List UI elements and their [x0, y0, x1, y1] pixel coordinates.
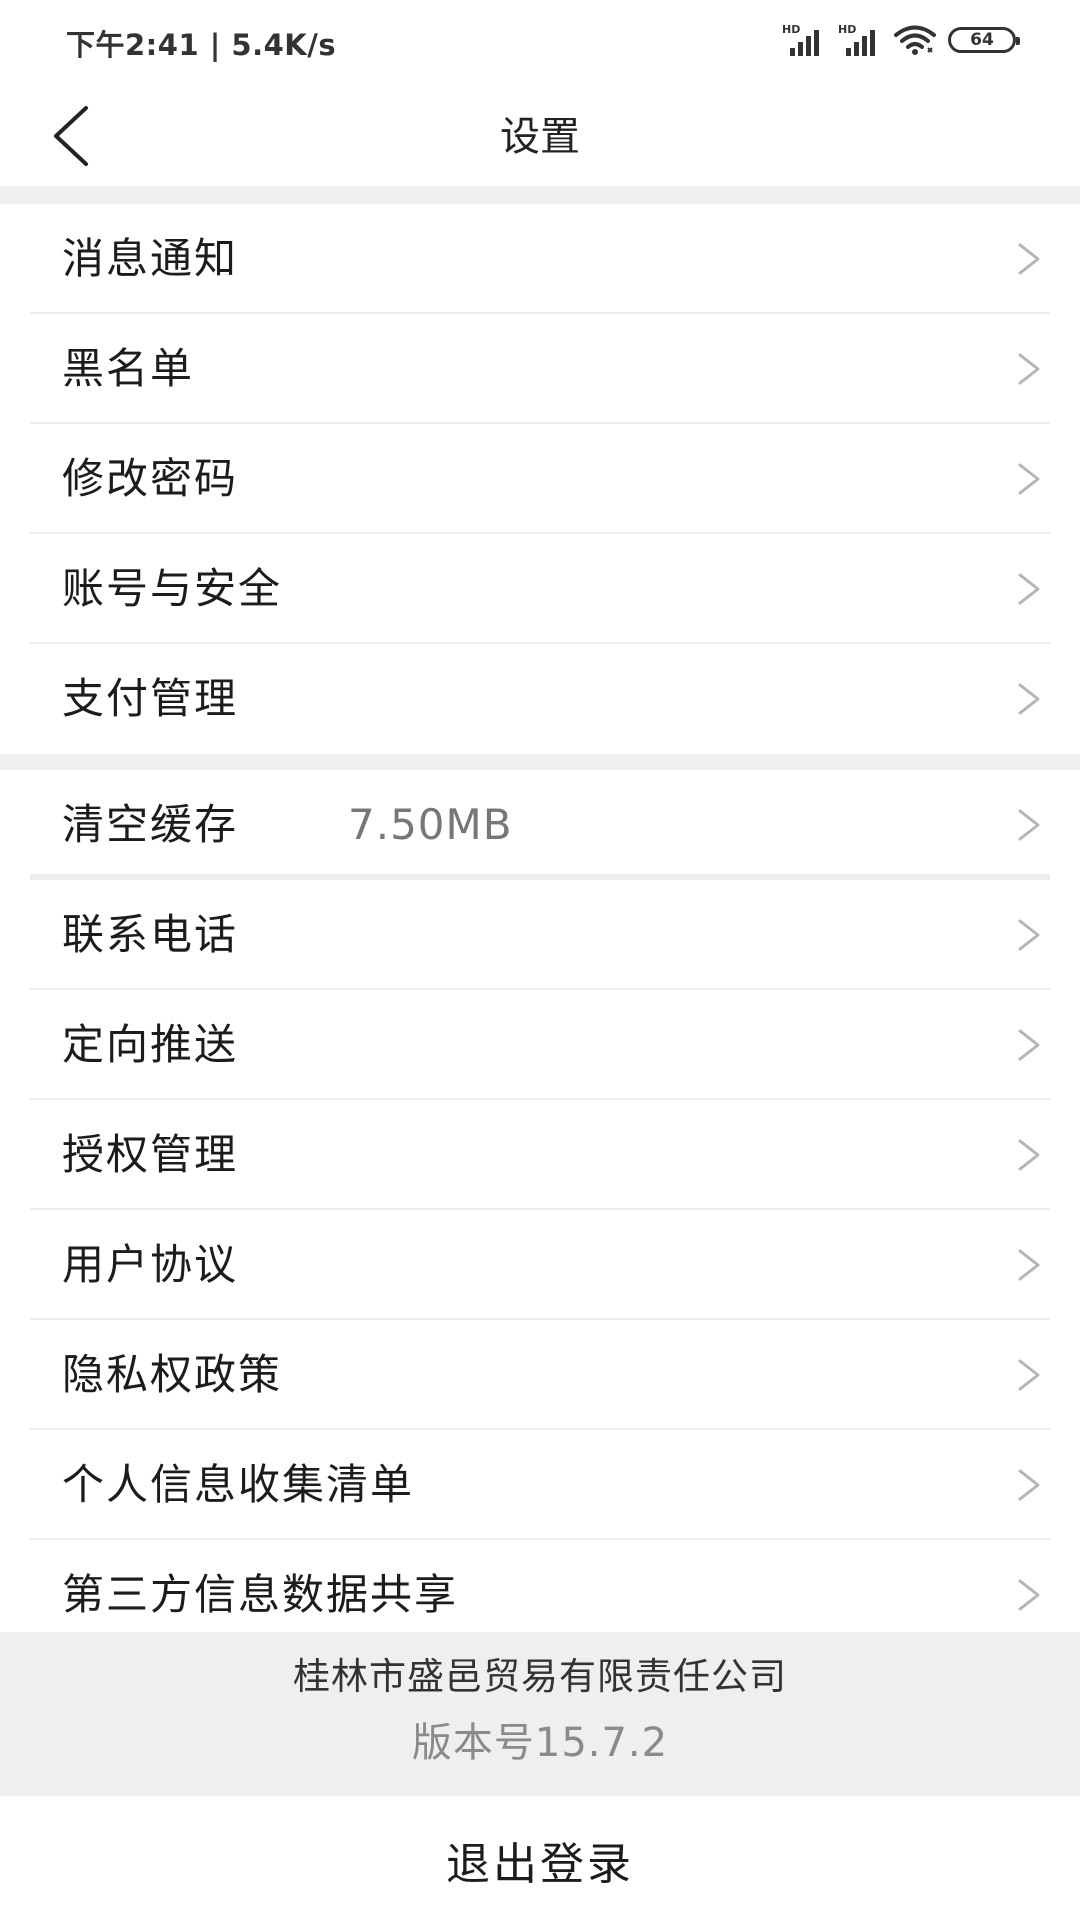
- menu-item-targeted-push[interactable]: 定向推送: [30, 990, 1050, 1100]
- nav-bar: 设置: [0, 80, 1080, 186]
- battery-level: 64: [970, 30, 994, 50]
- menu-item-label: 修改密码: [62, 454, 239, 503]
- menu-item-contact-phone[interactable]: 联系电话: [30, 880, 1050, 990]
- chevron-right-icon: [1018, 1249, 1040, 1281]
- menu-item-payment[interactable]: 支付管理: [30, 644, 1050, 754]
- chevron-right-icon: [1018, 1469, 1040, 1501]
- menu-item-personal-info-list[interactable]: 个人信息收集清单: [30, 1430, 1050, 1540]
- status-time: 下午2:41 | 5.4K/s: [66, 28, 337, 62]
- chevron-right-icon: [1018, 683, 1040, 715]
- chevron-right-icon: [1018, 1139, 1040, 1171]
- signal-icon-1: HD: [782, 24, 826, 56]
- cache-size-value: 7.50MB: [348, 800, 513, 849]
- menu-item-authorization[interactable]: 授权管理: [30, 1100, 1050, 1210]
- section-divider: [0, 754, 1080, 770]
- status-icons: HD HD 64: [782, 20, 1020, 60]
- wifi-icon: [894, 25, 936, 55]
- menu-item-label: 用户协议: [62, 1240, 239, 1289]
- logout-label: 退出登录: [446, 1839, 634, 1890]
- battery-icon: 64: [948, 27, 1020, 53]
- menu-item-label: 清空缓存: [62, 800, 239, 849]
- status-bar: 下午2:41 | 5.4K/s HD HD 64: [0, 0, 1080, 80]
- signal-bars-icon: [790, 30, 819, 56]
- chevron-right-icon: [1018, 919, 1040, 951]
- signal-icon-2: HD: [838, 24, 882, 56]
- company-name: 桂林市盛邑贸易有限责任公司: [293, 1655, 787, 1698]
- chevron-right-icon: [1018, 809, 1040, 841]
- menu-item-clear-cache[interactable]: 清空缓存 7.50MB: [30, 770, 1050, 880]
- version-number: 版本号15.7.2: [411, 1720, 669, 1766]
- menu-item-label: 消息通知: [62, 234, 239, 283]
- section-divider: [0, 186, 1080, 204]
- settings-section-general: 清空缓存 7.50MB 联系电话 定向推送 授权管理 用户协议 隐私权政策 个人…: [0, 770, 1080, 1628]
- chevron-right-icon: [1018, 243, 1040, 275]
- menu-item-label: 黑名单: [62, 344, 195, 393]
- menu-item-label: 支付管理: [62, 674, 239, 723]
- chevron-right-icon: [1018, 573, 1040, 605]
- chevron-right-icon: [1018, 1579, 1040, 1611]
- chevron-right-icon: [1018, 353, 1040, 385]
- menu-item-blacklist[interactable]: 黑名单: [30, 314, 1050, 424]
- menu-item-account-security[interactable]: 账号与安全: [30, 534, 1050, 644]
- chevron-right-icon: [1018, 1359, 1040, 1391]
- chevron-right-icon: [1018, 463, 1040, 495]
- menu-item-third-party-sharing[interactable]: 第三方信息数据共享: [30, 1540, 1050, 1628]
- menu-item-label: 授权管理: [62, 1130, 239, 1179]
- menu-item-label: 联系电话: [62, 910, 239, 959]
- chevron-right-icon: [1018, 1029, 1040, 1061]
- page-title: 设置: [500, 114, 580, 160]
- menu-item-label: 第三方信息数据共享: [62, 1570, 459, 1619]
- signal-bars-icon: [846, 30, 875, 56]
- settings-section-account: 消息通知 黑名单 修改密码 账号与安全 支付管理: [0, 204, 1080, 754]
- menu-item-label: 定向推送: [62, 1020, 239, 1069]
- menu-item-user-agreement[interactable]: 用户协议: [30, 1210, 1050, 1320]
- menu-item-change-password[interactable]: 修改密码: [30, 424, 1050, 534]
- menu-item-label: 个人信息收集清单: [62, 1460, 415, 1509]
- footer-info: 桂林市盛邑贸易有限责任公司 版本号15.7.2: [0, 1632, 1080, 1796]
- menu-item-label: 账号与安全: [62, 564, 283, 613]
- logout-button[interactable]: 退出登录: [0, 1796, 1080, 1920]
- menu-item-notifications[interactable]: 消息通知: [30, 204, 1050, 314]
- menu-item-label: 隐私权政策: [62, 1350, 283, 1399]
- menu-item-privacy-policy[interactable]: 隐私权政策: [30, 1320, 1050, 1430]
